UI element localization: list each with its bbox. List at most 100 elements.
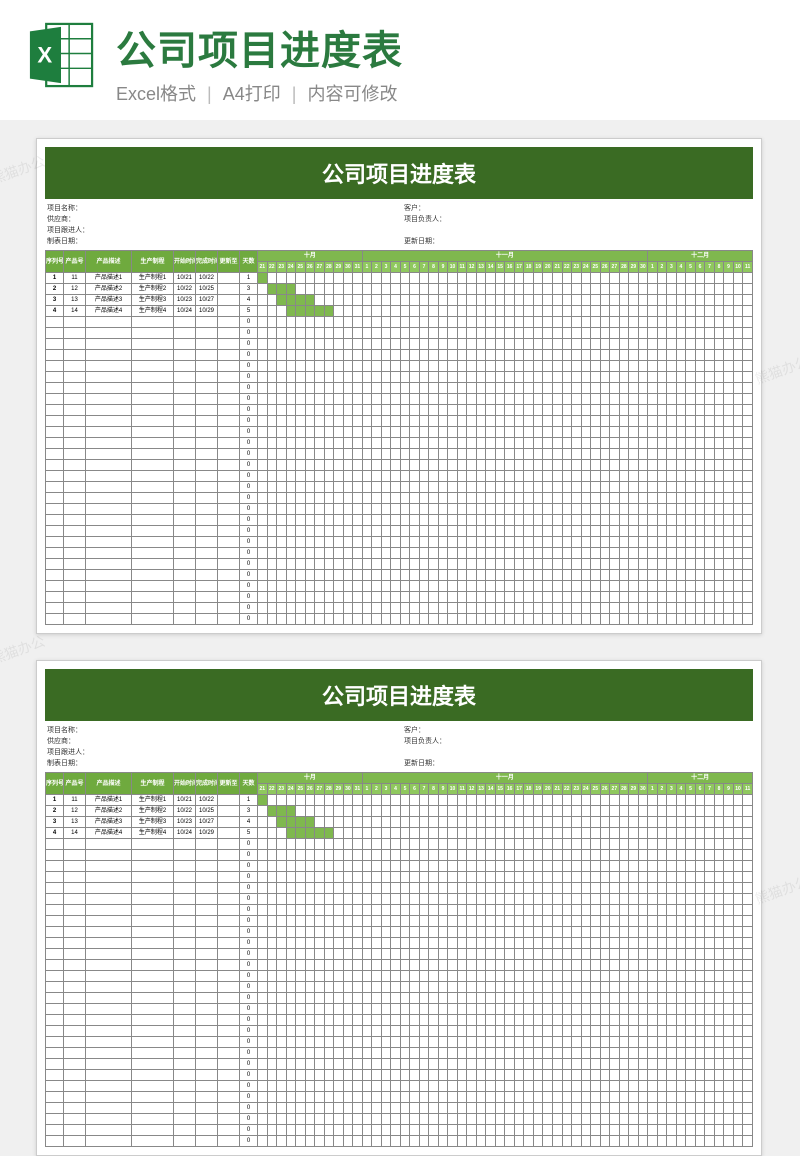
day-header: 2 [657, 262, 667, 273]
table-row: 0 [46, 905, 753, 916]
day-header: 6 [410, 262, 420, 273]
day-header: 26 [305, 262, 315, 273]
meta-field: 项目跟进人： [47, 225, 394, 235]
day-header: 7 [419, 784, 429, 795]
table-row: 0 [46, 993, 753, 1004]
col-header: 产品号 [64, 251, 86, 273]
meta-field: 更新日期： [404, 758, 751, 768]
sheet-title: 公司项目进度表 [45, 147, 753, 199]
meta-field: 制表日期： [47, 236, 394, 246]
meta-field [404, 225, 751, 235]
day-header: 28 [324, 784, 334, 795]
day-header: 9 [438, 262, 448, 273]
meta-field: 制表日期： [47, 758, 394, 768]
table-row: 0 [46, 537, 753, 548]
table-row: 0 [46, 982, 753, 993]
page-header: X 公司项目进度表 Excel格式 | A4打印 | 内容可修改 [0, 0, 800, 120]
table-row: 0 [46, 603, 753, 614]
month-header: 十一月 [362, 251, 647, 262]
day-header: 4 [676, 784, 686, 795]
day-header: 21 [258, 262, 268, 273]
day-header: 27 [315, 262, 325, 273]
month-header: 十二月 [648, 251, 753, 262]
table-row: 0 [46, 372, 753, 383]
day-header: 30 [638, 784, 648, 795]
sheet-preview-1: 公司项目进度表项目名称：客户：供应商：项目负责人：项目跟进人：制表日期：更新日期… [36, 138, 762, 634]
day-header: 12 [467, 784, 477, 795]
table-row: 414产品描述4生产制程410/2410/295 [46, 306, 753, 317]
table-row: 414产品描述4生产制程410/2410/295 [46, 828, 753, 839]
day-header: 31 [353, 262, 363, 273]
table-row: 0 [46, 872, 753, 883]
table-row: 0 [46, 515, 753, 526]
table-row: 0 [46, 883, 753, 894]
col-header: 天数 [240, 773, 258, 795]
table-row: 0 [46, 850, 753, 861]
day-header: 5 [686, 784, 696, 795]
day-header: 19 [533, 784, 543, 795]
day-header: 9 [724, 262, 734, 273]
table-row: 0 [46, 971, 753, 982]
table-row: 0 [46, 1092, 753, 1103]
day-header: 18 [524, 262, 534, 273]
table-row: 0 [46, 1004, 753, 1015]
day-header: 8 [429, 262, 439, 273]
day-header: 28 [619, 262, 629, 273]
day-header: 5 [686, 262, 696, 273]
table-row: 0 [46, 949, 753, 960]
table-row: 0 [46, 1015, 753, 1026]
table-row: 0 [46, 927, 753, 938]
col-header: 更新至 [218, 251, 240, 273]
table-row: 0 [46, 361, 753, 372]
day-header: 21 [552, 262, 562, 273]
table-row: 0 [46, 526, 753, 537]
table-row: 111产品描述1生产制程110/2110/221 [46, 273, 753, 284]
table-row: 0 [46, 1059, 753, 1070]
table-row: 0 [46, 861, 753, 872]
meta-field: 供应商： [47, 214, 394, 224]
col-header: 产品号 [64, 773, 86, 795]
month-header: 十一月 [362, 773, 647, 784]
day-header: 3 [381, 784, 391, 795]
day-header: 6 [695, 784, 705, 795]
day-header: 31 [353, 784, 363, 795]
day-header: 13 [476, 262, 486, 273]
meta-field: 项目负责人： [404, 214, 751, 224]
table-row: 0 [46, 405, 753, 416]
day-header: 1 [648, 784, 658, 795]
table-row: 0 [46, 427, 753, 438]
day-header: 9 [438, 784, 448, 795]
day-header: 1 [362, 784, 372, 795]
table-row: 0 [46, 894, 753, 905]
day-header: 15 [495, 784, 505, 795]
table-row: 212产品描述2生产制程210/2210/253 [46, 806, 753, 817]
gantt-table: 序列号产品号产品描述生产制程开始时间完成时间更新至天数十月十一月十二月21222… [45, 772, 753, 1147]
day-header: 26 [305, 784, 315, 795]
day-header: 11 [457, 262, 467, 273]
day-header: 29 [629, 262, 639, 273]
day-header: 6 [410, 784, 420, 795]
table-row: 0 [46, 614, 753, 625]
table-row: 0 [46, 1114, 753, 1125]
col-header: 序列号 [46, 773, 64, 795]
day-header: 25 [591, 784, 601, 795]
day-header: 8 [714, 262, 724, 273]
day-header: 30 [343, 784, 353, 795]
table-row: 0 [46, 449, 753, 460]
day-header: 27 [610, 262, 620, 273]
table-row: 0 [46, 383, 753, 394]
day-header: 22 [562, 262, 572, 273]
sheet-meta: 项目名称：客户：供应商：项目负责人：项目跟进人：制表日期：更新日期： [45, 721, 753, 772]
table-row: 111产品描述1生产制程110/2110/221 [46, 795, 753, 806]
day-header: 30 [638, 262, 648, 273]
meta-field: 客户： [404, 203, 751, 213]
meta-field [404, 747, 751, 757]
day-header: 7 [705, 262, 715, 273]
table-row: 0 [46, 493, 753, 504]
col-header: 生产制程 [132, 773, 174, 795]
sheet-title: 公司项目进度表 [45, 669, 753, 721]
day-header: 18 [524, 784, 534, 795]
col-header: 序列号 [46, 251, 64, 273]
day-header: 4 [676, 262, 686, 273]
day-header: 24 [286, 262, 296, 273]
